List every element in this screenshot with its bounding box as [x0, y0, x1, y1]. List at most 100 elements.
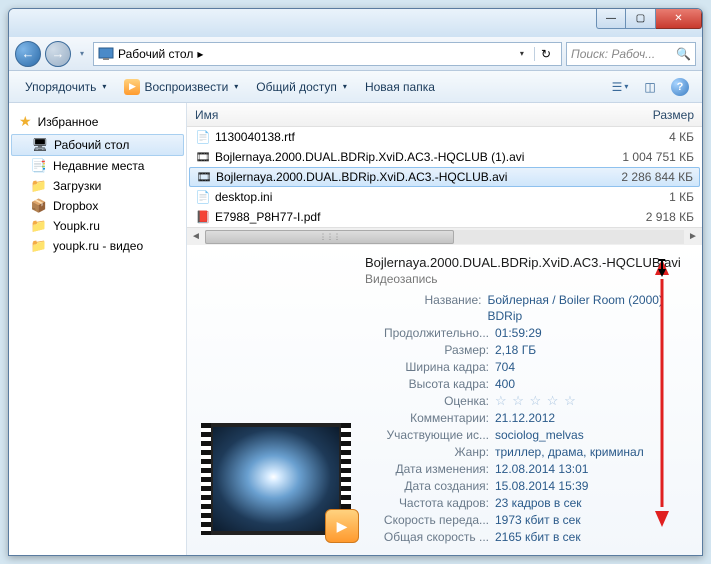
- navigation-bar: ← → ▾ Рабочий стол ▸ ▾ ↻ Поиск: Рабоч...…: [9, 37, 702, 71]
- sidebar-item[interactable]: 📁 Youpk.ru: [9, 216, 186, 236]
- meta-row: Участвующие ис...sociolog_melvas: [365, 427, 688, 443]
- maximize-button[interactable]: ▢: [626, 9, 656, 29]
- meta-label: Название:: [365, 292, 487, 324]
- back-button[interactable]: ←: [15, 41, 41, 67]
- meta-row: Оценка:☆ ☆ ☆ ☆ ☆: [365, 393, 688, 409]
- meta-value[interactable]: 21.12.2012: [495, 410, 555, 426]
- chevron-down-icon: ▾: [102, 82, 106, 91]
- sidebar-item[interactable]: 🖥 Рабочий стол: [11, 134, 184, 156]
- video-thumbnail[interactable]: ▶: [201, 423, 351, 535]
- folder-icon: 📁: [31, 218, 47, 234]
- file-name: Bojlernaya.2000.DUAL.BDRip.XviD.AC3.-HQC…: [216, 170, 583, 184]
- sidebar-item[interactable]: 📁Загрузки: [9, 176, 186, 196]
- main-area: Имя Размер 📄1130040138.rtf4 КБ🎞Bojlernay…: [187, 103, 702, 555]
- sidebar-item[interactable]: 📦Dropbox: [9, 196, 186, 216]
- file-name: E7988_P8H77-I.pdf: [215, 210, 584, 224]
- meta-label: Общая скорость ...: [365, 529, 495, 545]
- meta-row: Высота кадра:400: [365, 376, 688, 392]
- play-overlay-icon: ▶: [325, 509, 359, 543]
- meta-value[interactable]: ☆ ☆ ☆ ☆ ☆: [495, 393, 577, 409]
- search-input[interactable]: Поиск: Рабоч... 🔍: [566, 42, 696, 66]
- meta-label: Участвующие ис...: [365, 427, 495, 443]
- preview-pane-button[interactable]: ◫: [636, 76, 664, 98]
- sidebar-item-label: youpk.ru - видео: [53, 239, 143, 253]
- col-name[interactable]: Имя: [187, 108, 592, 122]
- sidebar-item-label: Youpk.ru: [53, 219, 100, 233]
- sidebar-item[interactable]: 📁 youpk.ru - видео: [9, 236, 186, 256]
- file-name: desktop.ini: [215, 190, 584, 204]
- forward-button[interactable]: →: [45, 41, 71, 67]
- meta-label: Жанр:: [365, 444, 495, 460]
- newfolder-label: Новая папка: [365, 80, 435, 94]
- sidebar-item[interactable]: 📑Недавние места: [9, 156, 186, 176]
- close-button[interactable]: ✕: [656, 9, 702, 29]
- sidebar-item-label: Загрузки: [53, 179, 101, 193]
- view-options-button[interactable]: ☰▾: [606, 76, 634, 98]
- meta-value[interactable]: 15.08.2014 15:39: [495, 478, 588, 494]
- meta-value[interactable]: sociolog_melvas: [495, 427, 584, 443]
- file-row[interactable]: 🎞Bojlernaya.2000.DUAL.BDRip.XviD.AC3.-HQ…: [187, 147, 702, 167]
- meta-value[interactable]: 1973 кбит в сек: [495, 512, 581, 528]
- details-title: Bojlernaya.2000.DUAL.BDRip.XviD.AC3.-HQC…: [365, 255, 688, 270]
- meta-row: Скорость переда...1973 кбит в сек: [365, 512, 688, 528]
- search-icon: 🔍: [676, 47, 691, 61]
- share-label: Общий доступ: [256, 80, 337, 94]
- chevron-down-icon: ▾: [624, 82, 628, 91]
- file-row[interactable]: 📄1130040138.rtf4 КБ: [187, 127, 702, 147]
- meta-label: Дата создания:: [365, 478, 495, 494]
- minimize-button[interactable]: —: [596, 9, 626, 29]
- meta-row: Жанр:триллер, драма, криминал: [365, 444, 688, 460]
- chevron-down-icon: ▾: [234, 82, 238, 91]
- file-row[interactable]: 📕E7988_P8H77-I.pdf2 918 КБ: [187, 207, 702, 227]
- meta-row: Дата создания:15.08.2014 15:39: [365, 478, 688, 494]
- organize-button[interactable]: Упорядочить ▾: [17, 76, 114, 98]
- play-icon: ▶: [124, 79, 140, 95]
- folder-icon: 📁: [31, 238, 47, 254]
- meta-value[interactable]: 23 кадров в сек: [495, 495, 582, 511]
- file-row[interactable]: 📄desktop.ini1 КБ: [187, 187, 702, 207]
- col-size[interactable]: Размер: [592, 108, 702, 122]
- file-list: 📄1130040138.rtf4 КБ🎞Bojlernaya.2000.DUAL…: [187, 127, 702, 227]
- scroll-track[interactable]: ⋮⋮⋮: [205, 230, 684, 244]
- meta-value[interactable]: 01:59:29: [495, 325, 542, 341]
- meta-value[interactable]: Бойлерная / Boiler Room (2000) BDRip: [487, 292, 688, 324]
- meta-value[interactable]: 400: [495, 376, 515, 392]
- sidebar-item-label: Недавние места: [53, 159, 144, 173]
- horizontal-scrollbar[interactable]: ◄ ⋮⋮⋮ ►: [187, 227, 702, 245]
- meta-value[interactable]: 2,18 ГБ: [495, 342, 536, 358]
- file-icon: 📕: [195, 209, 211, 225]
- meta-value[interactable]: 2165 кбит в сек: [495, 529, 581, 545]
- file-name: 1130040138.rtf: [215, 130, 584, 144]
- nav-history-drop[interactable]: ▾: [75, 41, 89, 67]
- address-location: Рабочий стол: [118, 47, 193, 61]
- address-chevron[interactable]: ▸: [197, 47, 203, 61]
- refresh-button[interactable]: ↻: [534, 47, 557, 61]
- file-name: Bojlernaya.2000.DUAL.BDRip.XviD.AC3.-HQC…: [215, 150, 584, 164]
- scroll-left-icon[interactable]: ◄: [187, 231, 205, 242]
- meta-value[interactable]: 12.08.2014 13:01: [495, 461, 588, 477]
- column-headers: Имя Размер: [187, 103, 702, 127]
- file-size: 4 КБ: [584, 130, 694, 144]
- meta-label: Размер:: [365, 342, 495, 358]
- sidebar-item-label: Рабочий стол: [54, 138, 129, 152]
- share-button[interactable]: Общий доступ ▾: [248, 76, 355, 98]
- address-bar[interactable]: Рабочий стол ▸ ▾ ↻: [93, 42, 562, 66]
- help-button[interactable]: ?: [666, 76, 694, 98]
- meta-value[interactable]: 704: [495, 359, 515, 375]
- file-icon: 📄: [195, 189, 211, 205]
- favorites-header[interactable]: ★ Избранное: [9, 109, 186, 134]
- scroll-right-icon[interactable]: ►: [684, 231, 702, 242]
- newfolder-button[interactable]: Новая папка: [357, 76, 443, 98]
- play-button[interactable]: ▶ Воспроизвести ▾: [116, 75, 246, 99]
- file-icon: 🎞: [196, 169, 212, 185]
- play-label: Воспроизвести: [144, 80, 228, 94]
- meta-label: Высота кадра:: [365, 376, 495, 392]
- meta-value[interactable]: триллер, драма, криминал: [495, 444, 644, 460]
- chevron-down-icon: ▾: [343, 82, 347, 91]
- folder-icon: 🖥: [32, 137, 48, 153]
- scroll-thumb[interactable]: ⋮⋮⋮: [205, 230, 454, 244]
- file-row[interactable]: 🎞 Bojlernaya.2000.DUAL.BDRip.XviD.AC3.-HQ…: [189, 167, 700, 187]
- file-size: 2 286 844 КБ: [583, 170, 693, 184]
- address-drop[interactable]: ▾: [514, 49, 530, 58]
- meta-row: Комментарии:21.12.2012: [365, 410, 688, 426]
